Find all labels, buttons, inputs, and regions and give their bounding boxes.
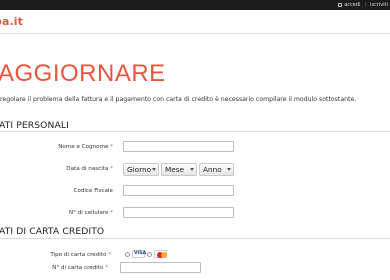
name-label-text: Nome e Cognome xyxy=(58,144,109,150)
required-mark: * xyxy=(105,265,108,271)
dob-label-text: Data di nascita xyxy=(66,166,109,172)
phone-label-text: N° di cellulare xyxy=(69,210,109,216)
phone-input[interactable] xyxy=(123,207,234,218)
card-number-input[interactable] xyxy=(120,262,201,273)
register-link[interactable]: iscriviti xyxy=(370,2,388,8)
mastercard-icon xyxy=(154,250,167,258)
page-title: AGGIORNARE xyxy=(0,60,166,87)
day-select-value: Giorno xyxy=(127,165,152,174)
tax-code-label: Codice Fiscale xyxy=(73,188,113,194)
intro-text: regolare il problema della fattura e il … xyxy=(0,96,357,103)
card-type-options: VISA xyxy=(125,250,167,258)
login-link[interactable]: accedi xyxy=(338,2,360,8)
year-select[interactable]: Anno xyxy=(199,163,234,176)
required-mark: * xyxy=(110,166,113,172)
login-link-label: accedi xyxy=(344,2,361,8)
section-divider xyxy=(0,238,390,239)
card-type-radio-visa[interactable] xyxy=(125,251,130,257)
phone-label: N° di cellulare * xyxy=(69,210,113,216)
month-select[interactable]: Mese xyxy=(161,163,197,176)
day-select[interactable]: Giorno xyxy=(123,163,159,176)
card-section-title: ATI DI CARTA CREDITO xyxy=(0,226,105,237)
chevron-down-icon xyxy=(227,168,231,171)
visa-logo-text: VISA xyxy=(134,251,147,256)
card-type-radio-mastercard[interactable] xyxy=(147,251,152,257)
required-mark: * xyxy=(110,210,113,216)
personal-section-title: ATI PERSONALI xyxy=(0,120,69,131)
required-mark: * xyxy=(108,252,111,258)
name-input[interactable] xyxy=(123,141,234,152)
visa-icon: VISA xyxy=(132,250,147,258)
register-link-label: iscriviti xyxy=(370,2,388,8)
required-mark: * xyxy=(110,144,113,150)
name-label: Nome e Cognome * xyxy=(58,144,113,150)
chevron-down-icon xyxy=(152,168,156,171)
mastercard-yellow-circle xyxy=(161,252,167,258)
card-number-label-text: N° di carta credito xyxy=(52,265,104,271)
site-logo[interactable]: ba.it xyxy=(0,15,23,28)
card-type-label: Tipo di carta credito * xyxy=(50,252,111,258)
tax-code-input[interactable] xyxy=(123,185,234,196)
section-divider xyxy=(0,131,390,132)
link-separator: | xyxy=(364,2,367,8)
year-select-value: Anno xyxy=(203,165,222,174)
card-type-label-text: Tipo di carta credito xyxy=(50,252,107,258)
month-select-value: Mese xyxy=(165,165,185,174)
dob-label: Data di nascita * xyxy=(66,166,113,172)
lock-icon xyxy=(338,3,343,7)
site-header: ba.it xyxy=(0,10,390,34)
account-links: accedi | iscriviti xyxy=(338,0,388,10)
card-number-label: N° di carta credito * xyxy=(52,265,108,271)
chevron-down-icon xyxy=(190,168,194,171)
tax-code-label-text: Codice Fiscale xyxy=(73,188,113,194)
top-bar: accedi | iscriviti xyxy=(0,0,390,10)
